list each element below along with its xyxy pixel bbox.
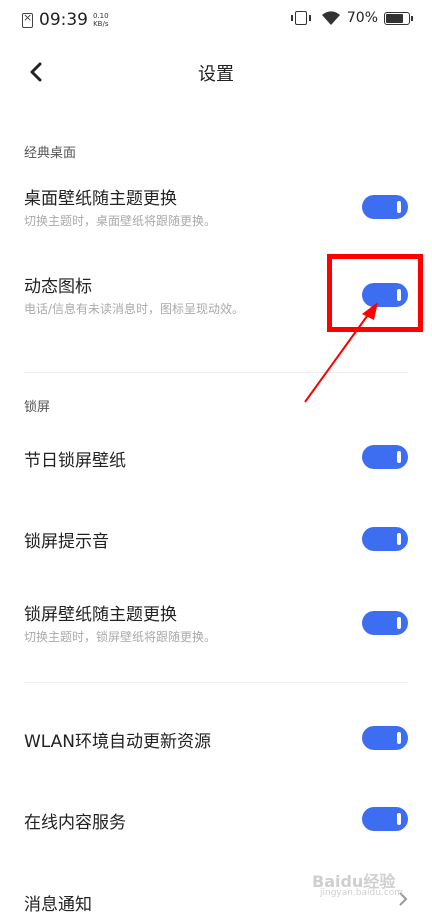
online-content-toggle[interactable] bbox=[362, 807, 408, 831]
wlan-auto-update-toggle[interactable] bbox=[362, 726, 408, 750]
setting-title: WLAN环境自动更新资源 bbox=[24, 732, 212, 752]
holiday-lockscreen-toggle[interactable] bbox=[362, 445, 408, 469]
page-title: 设置 bbox=[198, 64, 234, 85]
setting-title: 节日锁屏壁纸 bbox=[24, 451, 126, 471]
setting-title: 动态图标 bbox=[24, 277, 92, 297]
no-sim-icon bbox=[22, 11, 33, 28]
watermark-url: jingyan.baidu.com bbox=[320, 888, 404, 898]
section-label-classic-desktop: 经典桌面 bbox=[24, 146, 77, 161]
setting-title: 消息通知 bbox=[24, 895, 92, 915]
annotation-arrow bbox=[304, 302, 378, 403]
lockscreen-wallpaper-toggle[interactable] bbox=[362, 611, 408, 635]
battery-icon bbox=[384, 11, 413, 25]
battery-percent: 70% bbox=[346, 10, 378, 26]
divider bbox=[24, 682, 408, 683]
setting-title: 锁屏壁纸随主题更换 bbox=[24, 605, 177, 625]
network-speed-unit: KB/s bbox=[93, 20, 109, 28]
setting-subtitle: 电话/信息有未读消息时，图标呈现动效。 bbox=[24, 302, 245, 316]
setting-title: 锁屏提示音 bbox=[24, 532, 109, 552]
setting-title: 桌面壁纸随主题更换 bbox=[24, 189, 177, 209]
wallpaper-follow-theme-toggle[interactable] bbox=[362, 195, 408, 219]
status-time: 09:39 bbox=[39, 10, 88, 30]
setting-subtitle: 切换主题时，锁屏壁纸将跟随更换。 bbox=[24, 630, 217, 644]
wifi-icon bbox=[321, 10, 340, 25]
vibrate-icon bbox=[290, 11, 311, 25]
section-label-lock-screen: 锁屏 bbox=[24, 400, 51, 415]
setting-subtitle: 切换主题时，桌面壁纸将跟随更换。 bbox=[24, 214, 217, 228]
status-bar: 09:39 0.10 KB/s 70% bbox=[0, 0, 432, 40]
header: 设置 bbox=[0, 50, 432, 94]
setting-title: 在线内容服务 bbox=[24, 813, 126, 833]
network-speed: 0.10 KB/s bbox=[93, 12, 109, 28]
network-speed-value: 0.10 bbox=[93, 12, 109, 20]
lockscreen-sound-toggle[interactable] bbox=[362, 527, 408, 551]
